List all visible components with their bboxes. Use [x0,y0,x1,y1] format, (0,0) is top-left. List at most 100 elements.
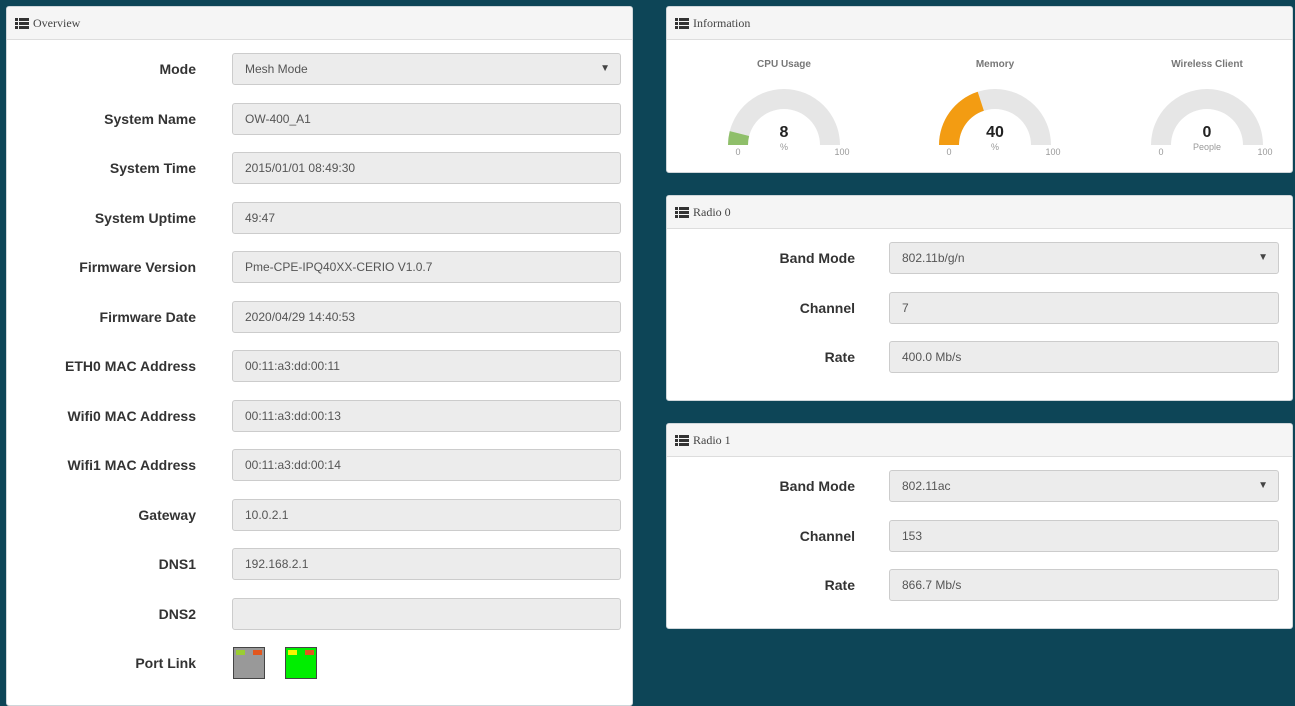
overview-title: Overview [33,15,81,30]
list-icon [675,206,689,218]
field-value-text: Pme-CPE-IPQ40XX-CERIO V1.0.7 [245,260,433,274]
field-label: Gateway [138,506,196,523]
radio-field-value: 866.7 Mb/s [902,578,962,592]
radio-field-label: Band Mode [779,478,855,494]
field-value-text: Mesh Mode [245,62,308,76]
field-value[interactable]: 2015/01/01 08:49:30 [232,152,621,184]
rate-field[interactable]: 866.7 Mb/s [889,569,1279,601]
radio-header: Radio 1 [667,424,1292,457]
field-value-text: OW-400_A1 [245,111,311,126]
radio-field-value: 802.11ac [902,479,951,493]
gauge-unit: % [780,142,788,152]
port-2-icon [285,647,317,679]
field-value[interactable]: 49:47 [232,201,621,234]
overview-header: Overview [7,7,632,40]
chevron-down-icon: ▼ [600,63,610,74]
overview-row: Gateway 10.0.2.1 [7,498,632,531]
port-link-label: Port Link [135,655,196,671]
radio-field-label: Rate [824,577,855,593]
overview-panel: Overview Mode Mesh Mode ▼ System Name OW-400… [6,6,633,706]
gauge-max: 100 [834,147,849,157]
field-value[interactable]: 00:11:a3:dd:00:14 [232,449,621,481]
field-value[interactable]: 10.0.2.1 [232,498,621,531]
gauge-value: 40 [986,124,1004,141]
field-value[interactable]: 00:11:a3:dd:00:11 [232,350,621,382]
gauge-min: 0 [946,147,951,157]
band-mode-select[interactable]: 802.11b/g/n ▼ [889,242,1279,274]
rate-field[interactable]: 400.0 Mb/s [889,341,1279,373]
list-icon [675,17,689,29]
gauge-unit: People [1193,142,1221,152]
field-value-text: 2015/01/01 08:49:30 [245,161,356,175]
field-value[interactable] [232,597,621,630]
radio-panel: Radio 0 Band Mode 802.11b/g/n ▼ Channel 7 Rate… [666,195,1293,401]
channel-field[interactable]: 153 [889,519,1279,552]
gauge-fill [939,91,984,145]
field-value-text: 00:11:a3:dd:00:13 [245,408,341,423]
field-label: Mode [159,61,196,77]
overview-row: DNS1 192.168.2.1 [7,548,632,580]
chevron-down-icon: ▼ [1258,252,1268,263]
port-link-row: Port Link [7,647,632,679]
field-value[interactable]: 00:11:a3:dd:00:13 [232,399,621,432]
radio-header: Radio 0 [667,196,1292,229]
radio-row: Band Mode 802.11b/g/n ▼ [667,242,1292,274]
overview-row: System Time 2015/01/01 08:49:30 [7,152,632,184]
radio-field-label: Channel [799,299,855,316]
radio-field-label: Band Mode [779,250,855,266]
gauge-min: 0 [735,147,740,157]
field-value-text: 2020/04/29 14:40:53 [245,309,356,324]
gauge-max: 100 [1045,147,1060,157]
gauge-value: 0 [1203,124,1212,141]
gauge-unit: % [991,142,999,152]
gauge-max: 100 [1257,147,1272,157]
gauge: Wireless Client 0 People 0 100 [1097,47,1292,167]
information-header: Information [667,7,1292,40]
mode-select[interactable]: Mesh Mode ▼ [232,53,621,85]
radio-row: Channel 153 [667,519,1292,552]
field-value-text: 10.0.2.1 [245,507,289,522]
field-label: Firmware Date [99,308,196,325]
field-value-text: 00:11:a3:dd:00:11 [245,359,340,373]
radio-row: Rate 400.0 Mb/s [667,341,1292,373]
field-value-text: 00:11:a3:dd:00:14 [245,458,341,472]
gauge-value: 8 [780,124,789,141]
radio-title: Radio 1 [693,432,731,447]
field-label: System Name [104,110,196,127]
overview-row: ETH0 MAC Address 00:11:a3:dd:00:11 [7,350,632,382]
overview-row: Wifi1 MAC Address 00:11:a3:dd:00:14 [7,449,632,481]
gauge: Memory 40% 0 100 [885,47,1105,167]
field-label: DNS1 [158,556,196,572]
overview-row: System Uptime 49:47 [7,201,632,234]
field-value[interactable]: 2020/04/29 14:40:53 [232,300,621,333]
overview-row: Wifi0 MAC Address 00:11:a3:dd:00:13 [7,399,632,432]
information-panel: Information CPU Usage 8% 0 100 Memory 40% 0 100… [666,6,1293,173]
radio-field-value: 7 [902,300,909,315]
field-label: System Time [109,160,196,176]
field-label: System Uptime [94,209,196,226]
chevron-down-icon: ▼ [1258,480,1268,491]
gauge-dial: 0People0 100 [1151,89,1273,157]
radio-row: Rate 866.7 Mb/s [667,569,1292,601]
overview-row: DNS2 [7,597,632,630]
overview-row: Mode Mesh Mode ▼ [7,53,632,85]
information-title: Information [693,15,751,30]
radio-title: Radio 0 [693,204,731,219]
radio-row: Channel 7 [667,291,1292,324]
field-label: Firmware Version [79,259,196,275]
gauge-dial: 8% 0 100 [728,89,850,157]
field-value[interactable]: OW-400_A1 [232,102,621,135]
band-mode-select[interactable]: 802.11ac ▼ [889,470,1279,502]
field-value[interactable]: Pme-CPE-IPQ40XX-CERIO V1.0.7 [232,251,621,283]
field-value-text: 49:47 [245,210,276,225]
radio-field-label: Channel [799,527,855,544]
channel-field[interactable]: 7 [889,291,1279,324]
gauge-dial: 40% 0 100 [939,89,1061,157]
radio-field-label: Rate [824,349,855,365]
gauge: CPU Usage 8% 0 100 [674,47,894,167]
port-1-icon [233,647,265,679]
overview-row: Firmware Date 2020/04/29 14:40:53 [7,300,632,333]
field-label: ETH0 MAC Address [65,358,196,374]
field-value[interactable]: 192.168.2.1 [232,548,621,580]
overview-row: Firmware Version Pme-CPE-IPQ40XX-CERIO V1… [7,251,632,283]
